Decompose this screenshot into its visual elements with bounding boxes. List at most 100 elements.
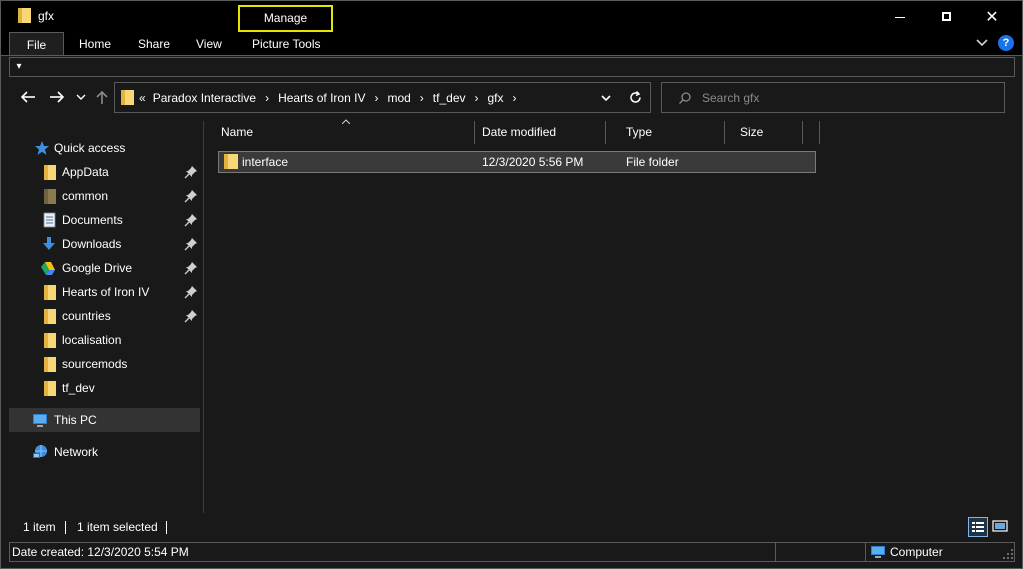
manage-context-tab[interactable]: Manage bbox=[238, 5, 333, 32]
back-arrow-icon[interactable] bbox=[19, 88, 37, 106]
sidebar-item-appdata[interactable]: AppData bbox=[1, 160, 201, 184]
sidebar-item-this-pc[interactable]: This PC bbox=[9, 408, 200, 432]
breadcrumb-separator[interactable]: › bbox=[420, 91, 424, 105]
status-separator bbox=[166, 521, 167, 534]
pin-icon[interactable] bbox=[184, 261, 198, 275]
large-icons-view-button[interactable] bbox=[991, 517, 1011, 537]
tab-view[interactable]: View bbox=[190, 32, 228, 56]
column-header-name[interactable]: Name bbox=[204, 121, 475, 144]
breadcrumb: « Paradox Interactive › Hearts of Iron I… bbox=[139, 83, 526, 112]
tab-picture-tools[interactable]: Picture Tools bbox=[246, 32, 326, 56]
star-icon bbox=[35, 141, 49, 155]
sidebar-item-quick-access[interactable]: Quick access bbox=[1, 136, 201, 160]
customize-qat-button[interactable]: ▾ bbox=[12, 59, 26, 75]
search-input[interactable] bbox=[702, 88, 992, 108]
forward-arrow-icon[interactable] bbox=[48, 88, 66, 106]
pin-icon[interactable] bbox=[184, 309, 198, 323]
sidebar-item-label: common bbox=[62, 189, 109, 203]
sidebar-item-network[interactable]: Network bbox=[1, 440, 201, 464]
explorer-window: gfx Manage ✕ File Home Share View Pictur… bbox=[0, 0, 1023, 569]
sidebar-item-sourcemods[interactable]: sourcemods bbox=[1, 352, 201, 376]
quick-access-toolbar: ▾ bbox=[9, 57, 1015, 77]
sidebar-item-hearts-of-iron-iv[interactable]: Hearts of Iron IV bbox=[1, 280, 201, 304]
breadcrumb-item[interactable]: tf_dev bbox=[433, 91, 466, 105]
minimize-button[interactable] bbox=[877, 1, 923, 32]
tab-file[interactable]: File bbox=[9, 32, 64, 56]
breadcrumb-separator[interactable]: › bbox=[265, 91, 269, 105]
breadcrumb-item[interactable]: gfx bbox=[488, 91, 504, 105]
tab-home[interactable]: Home bbox=[73, 32, 117, 56]
file-date-modified: 12/3/2020 5:56 PM bbox=[482, 155, 584, 169]
sidebar-item-label: Hearts of Iron IV bbox=[62, 285, 150, 299]
breadcrumb-item[interactable]: mod bbox=[387, 91, 410, 105]
sidebar-item-common[interactable]: common bbox=[1, 184, 201, 208]
pane-divider[interactable] bbox=[203, 121, 204, 513]
sidebar-item-label: tf_dev bbox=[62, 381, 95, 395]
refresh-icon[interactable] bbox=[628, 90, 643, 105]
selection-count: 1 item selected bbox=[77, 520, 158, 534]
folder-icon bbox=[44, 357, 56, 372]
sidebar-item-downloads[interactable]: Downloads bbox=[1, 232, 201, 256]
ribbon-tabs: File Home Share View Picture Tools ? bbox=[1, 32, 1022, 56]
title-bar: gfx Manage ✕ bbox=[1, 1, 1022, 32]
folder-icon bbox=[18, 8, 31, 23]
search-box[interactable] bbox=[661, 82, 1005, 113]
window-title: gfx bbox=[38, 9, 55, 23]
help-icon[interactable]: ? bbox=[998, 35, 1014, 51]
details-view-button[interactable] bbox=[968, 517, 988, 537]
recent-locations-icon[interactable] bbox=[75, 88, 87, 106]
details-view-icon bbox=[972, 522, 984, 532]
sidebar-item-countries[interactable]: countries bbox=[1, 304, 201, 328]
up-arrow-icon[interactable] bbox=[93, 88, 111, 106]
sidebar-item-label: Network bbox=[54, 445, 99, 459]
date-created-text: Date created: 12/3/2020 5:54 PM bbox=[12, 545, 189, 559]
sidebar-item-label: Downloads bbox=[62, 237, 122, 251]
address-dropdown-icon[interactable] bbox=[599, 91, 613, 105]
column-headers: Name Date modified Type Size bbox=[204, 119, 824, 144]
address-bar[interactable]: « Paradox Interactive › Hearts of Iron I… bbox=[114, 82, 651, 113]
column-header-type[interactable]: Type bbox=[606, 121, 725, 144]
folder-icon bbox=[44, 333, 56, 348]
sidebar-item-label: AppData bbox=[62, 165, 109, 179]
close-button[interactable]: ✕ bbox=[969, 1, 1015, 32]
sidebar-item-label: Google Drive bbox=[62, 261, 133, 275]
sidebar-item-label: sourcemods bbox=[62, 357, 128, 371]
details-divider bbox=[775, 543, 776, 561]
network-icon bbox=[33, 445, 47, 458]
sidebar-item-localisation[interactable]: localisation bbox=[1, 328, 201, 352]
pin-icon[interactable] bbox=[184, 165, 198, 179]
location-text: Computer bbox=[890, 545, 943, 559]
table-row[interactable]: interface 12/3/2020 5:56 PM File folder bbox=[218, 151, 816, 173]
column-header-spacer[interactable] bbox=[803, 121, 820, 144]
details-bar: Date created: 12/3/2020 5:54 PM Computer bbox=[9, 542, 1015, 562]
pin-icon[interactable] bbox=[184, 237, 198, 251]
breadcrumb-item[interactable]: Hearts of Iron IV bbox=[278, 91, 365, 105]
pin-icon[interactable] bbox=[184, 213, 198, 227]
expand-ribbon-icon[interactable] bbox=[975, 36, 989, 50]
resize-grip-icon[interactable] bbox=[1002, 548, 1014, 560]
folder-icon bbox=[44, 309, 56, 324]
minimize-icon bbox=[895, 17, 905, 18]
breadcrumb-separator[interactable]: › bbox=[513, 91, 517, 105]
documents-icon bbox=[43, 212, 56, 228]
pin-icon[interactable] bbox=[184, 285, 198, 299]
item-count: 1 item bbox=[23, 520, 56, 534]
maximize-button[interactable] bbox=[923, 1, 969, 32]
file-name[interactable]: interface bbox=[242, 155, 288, 169]
sidebar-item-tf-dev[interactable]: tf_dev bbox=[1, 376, 201, 400]
column-header-size[interactable]: Size bbox=[725, 121, 803, 144]
breadcrumb-item[interactable]: Paradox Interactive bbox=[153, 91, 256, 105]
sidebar-item-documents[interactable]: Documents bbox=[1, 208, 201, 232]
status-separator bbox=[65, 521, 66, 534]
folder-icon bbox=[44, 165, 56, 180]
breadcrumb-separator[interactable]: › bbox=[374, 91, 378, 105]
column-header-date-modified[interactable]: Date modified bbox=[475, 121, 606, 144]
pin-icon[interactable] bbox=[184, 189, 198, 203]
maximize-icon bbox=[941, 12, 951, 21]
breadcrumb-separator[interactable]: › bbox=[475, 91, 479, 105]
sidebar-item-google-drive[interactable]: Google Drive bbox=[1, 256, 201, 280]
tab-share[interactable]: Share bbox=[132, 32, 176, 56]
breadcrumb-overflow[interactable]: « bbox=[139, 91, 146, 105]
file-type: File folder bbox=[626, 155, 679, 169]
details-divider bbox=[865, 543, 866, 561]
